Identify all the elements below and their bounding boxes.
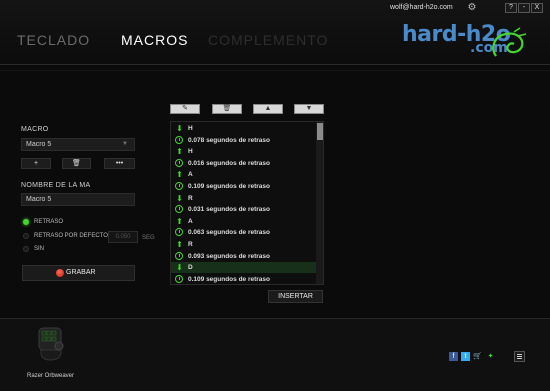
clock-icon <box>175 135 183 144</box>
list-item-text: H <box>188 148 193 156</box>
record-button[interactable]: GRABAR <box>22 265 135 281</box>
twitter-icon[interactable]: t <box>461 352 470 361</box>
list-item[interactable]: ⬇ R <box>171 193 316 204</box>
list-item-text: R <box>188 194 193 202</box>
record-label: GRABAR <box>66 269 96 276</box>
list-item[interactable]: ⬆ A <box>171 169 316 180</box>
key-down-arrow-icon: ⬇ <box>176 263 183 273</box>
user-email[interactable]: wolf@hard-h2o.com <box>390 4 453 11</box>
list-item-text: A <box>188 171 193 179</box>
add-macro-button[interactable]: + <box>21 158 51 169</box>
hard-h2o-logo: hard-h2o .com <box>402 22 532 68</box>
device-name: Razer Orbweaver <box>27 373 75 379</box>
clock-icon <box>175 274 183 283</box>
close-button[interactable]: X <box>531 3 543 13</box>
list-item[interactable]: 0.063 segundos de retraso <box>171 227 316 238</box>
move-up-button[interactable]: ▲ <box>253 104 283 114</box>
divider-top-2 <box>0 70 550 71</box>
list-item[interactable]: ⬆ H <box>171 146 316 157</box>
clock-icon <box>175 158 183 167</box>
arrow-down-icon: ▼ <box>305 105 313 112</box>
list-item[interactable]: ⬇ H <box>171 123 316 134</box>
list-item-text: 0.031 segundos de retraso <box>188 206 271 214</box>
list-item[interactable]: 0.109 segundos de retraso <box>171 274 316 284</box>
clock-icon <box>175 228 183 237</box>
razer-icon[interactable]: ✦ <box>486 352 495 361</box>
list-scrollbar[interactable] <box>316 122 323 284</box>
list-item[interactable]: 0.078 segundos de retraso <box>171 135 316 146</box>
tab-teclado[interactable]: TECLADO <box>17 32 90 48</box>
device-image[interactable] <box>36 326 66 362</box>
edit-button[interactable]: ✎ <box>170 104 200 114</box>
list-item[interactable]: 0.093 segundos de retraso <box>171 251 316 262</box>
macro-name-field[interactable]: Macro 5 <box>21 193 135 206</box>
arrow-up-icon: ▲ <box>264 105 272 112</box>
list-item-text: 0.109 segundos de retraso <box>188 183 271 190</box>
list-item[interactable]: ⬆ A <box>171 216 316 227</box>
list-item[interactable]: ⬇ D <box>171 262 316 274</box>
clock-icon <box>175 205 183 214</box>
tab-macros[interactable]: MACROS <box>121 32 188 48</box>
key-up-arrow-icon: ⬆ <box>176 240 183 249</box>
delete-macro-button[interactable]: 🗑 <box>62 158 91 169</box>
tab-complemento[interactable]: COMPLEMENTO <box>208 32 328 48</box>
radio-retraso-label: RETRASO <box>34 219 64 225</box>
macro-label: MACRO <box>21 126 49 133</box>
menu-button[interactable] <box>514 351 525 362</box>
insert-button[interactable]: INSERTAR <box>268 290 323 303</box>
radio-retraso-defecto-label: RETRASO POR DEFECTO <box>34 233 108 239</box>
record-icon <box>56 269 64 277</box>
delete-event-button[interactable]: 🗑 <box>212 104 242 114</box>
help-button[interactable]: ? <box>505 3 517 13</box>
list-item-text: 0.093 segundos de retraso <box>188 252 271 260</box>
razer-snake-icon <box>492 27 527 57</box>
default-delay-field[interactable]: 0.050 <box>108 231 138 243</box>
list-item-text: R <box>188 241 193 248</box>
radio-retraso[interactable] <box>23 219 29 225</box>
macro-select[interactable]: Macro 5 ▼ <box>21 138 135 151</box>
macro-event-list[interactable]: ⬇ H 0.078 segundos de retraso ⬆ H 0.016 segun… <box>170 121 324 285</box>
radio-sin-label: SIN <box>34 246 45 252</box>
name-label: NOMBRE DE LA MA <box>21 182 91 189</box>
list-item-text: 0.078 segundos de retraso <box>188 136 271 144</box>
trash-icon: 🗑 <box>222 105 232 112</box>
list-item-text: D <box>188 264 193 272</box>
list-item[interactable]: 0.031 segundos de retraso <box>171 204 316 215</box>
chevron-down-icon: ▼ <box>122 141 128 147</box>
move-down-button[interactable]: ▼ <box>294 104 324 114</box>
divider-top <box>0 64 550 65</box>
clock-icon <box>175 251 183 260</box>
radio-retraso-defecto[interactable] <box>23 233 29 239</box>
scrollbar-thumb[interactable] <box>317 123 323 140</box>
radio-sin[interactable] <box>23 246 29 252</box>
key-down-arrow-icon: ⬇ <box>176 124 183 133</box>
list-item[interactable]: ⬆ R <box>171 239 316 250</box>
cart-icon[interactable]: 🛒 <box>473 352 482 361</box>
clock-icon <box>175 182 183 190</box>
minimize-button[interactable]: - <box>518 3 530 13</box>
facebook-icon[interactable]: f <box>449 352 458 361</box>
list-item-text: 0.109 segundos de retraso <box>188 275 271 283</box>
key-up-arrow-icon: ⬆ <box>176 170 183 180</box>
key-up-arrow-icon: ⬆ <box>176 147 183 157</box>
key-up-arrow-icon: ⬆ <box>176 216 183 226</box>
list-item[interactable]: 0.109 segundos de retraso <box>171 181 316 192</box>
list-item-text: 0.063 segundos de retraso <box>188 229 271 237</box>
list-item-text: H <box>188 125 193 132</box>
list-item-text: A <box>188 217 193 225</box>
delay-unit: SEG <box>142 235 155 241</box>
list-item-text: 0.016 segundos de retraso <box>188 159 271 167</box>
pencil-icon: ✎ <box>182 105 188 112</box>
list-item[interactable]: 0.016 segundos de retraso <box>171 158 316 169</box>
key-down-arrow-icon: ⬇ <box>176 193 183 203</box>
more-options-button[interactable]: ••• <box>104 158 135 169</box>
macro-select-value: Macro 5 <box>26 141 52 148</box>
gear-icon[interactable]: ⚙ <box>466 2 478 14</box>
